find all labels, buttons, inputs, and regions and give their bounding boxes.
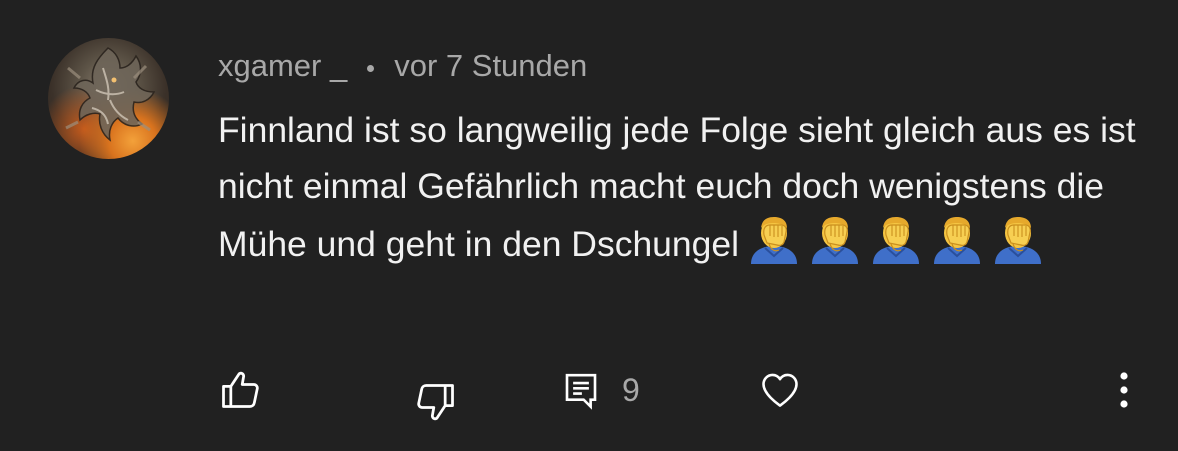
- author-name[interactable]: xgamer _: [218, 48, 347, 84]
- comment-meta: xgamer _ vor 7 Stunden: [218, 44, 587, 88]
- thumbs-up-icon: [222, 371, 259, 408]
- comment-card: xgamer _ vor 7 Stunden Finnland ist so l…: [0, 0, 1178, 451]
- reply-button[interactable]: [556, 360, 606, 420]
- heart-button[interactable]: [756, 360, 804, 420]
- facepalm-emojis: [747, 214, 1052, 264]
- facepalm-emoji: [991, 214, 1045, 264]
- comment-body: Finnland ist so langweilig jede Folge si…: [218, 102, 1148, 272]
- facepalm-emoji: [808, 214, 862, 264]
- author-avatar[interactable]: [48, 38, 169, 159]
- dragon-avatar-icon: [65, 47, 156, 142]
- dislike-button[interactable]: [410, 372, 462, 432]
- facepalm-emoji: [869, 214, 923, 264]
- comment-actions: 9: [0, 360, 1178, 421]
- more-options-button[interactable]: [1106, 360, 1142, 420]
- thumbs-down-icon: [417, 384, 454, 421]
- more-vertical-icon: [1120, 372, 1128, 408]
- comment-timestamp: vor 7 Stunden: [394, 48, 588, 83]
- like-button[interactable]: [214, 360, 266, 420]
- separator-dot: [367, 64, 375, 72]
- facepalm-emoji: [747, 214, 801, 264]
- reply-comment-icon: [565, 373, 597, 410]
- heart-icon: [762, 373, 798, 407]
- reply-count[interactable]: 9: [622, 370, 640, 410]
- facepalm-emoji: [930, 214, 984, 264]
